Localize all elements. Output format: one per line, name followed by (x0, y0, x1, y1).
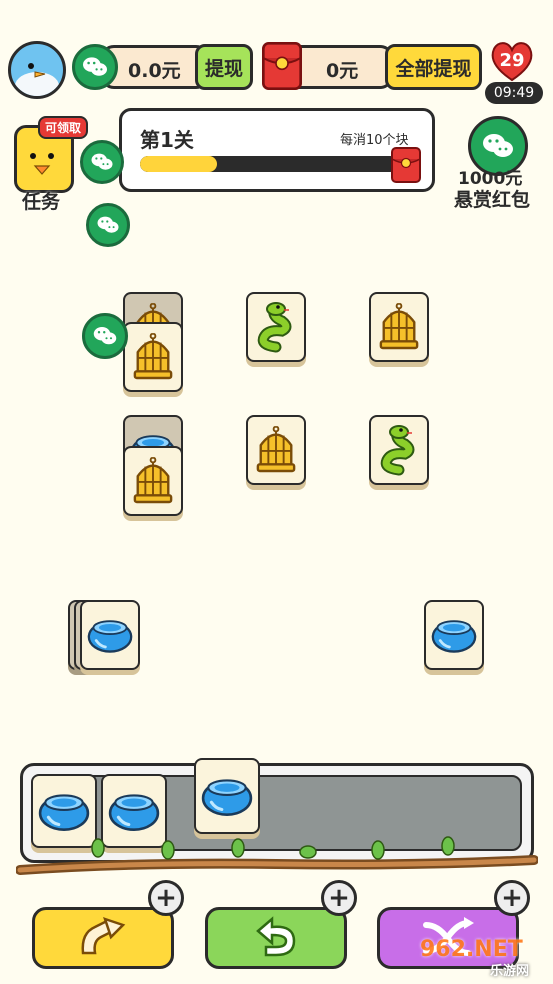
wechat-coin-icon (80, 140, 124, 184)
wechat-balance: 0.0元 (128, 60, 181, 82)
tile[interactable] (123, 446, 183, 516)
redpacket-balance: 0元 (326, 60, 359, 82)
wechat-coin-icon (82, 313, 128, 359)
birdcage-icon (255, 426, 297, 474)
tile[interactable] (369, 415, 429, 485)
withdraw-button[interactable]: 提现 (195, 44, 253, 90)
redpacket-icon (262, 42, 302, 90)
task-label: 任务 (22, 191, 61, 213)
level-progress-bar (140, 156, 398, 172)
undo-button[interactable] (205, 907, 347, 969)
water-bowl-icon (108, 790, 160, 832)
level-title: 第1关 (140, 128, 194, 152)
reward-label: 悬赏红包 (454, 189, 531, 211)
tile[interactable] (123, 322, 183, 392)
tray-tile (194, 758, 260, 834)
birdcage-icon (132, 333, 174, 381)
tile[interactable] (246, 292, 306, 362)
move-out-icon (81, 917, 126, 955)
undo-icon (256, 916, 296, 957)
snake-icon (256, 301, 296, 353)
task-badge: 可领取 (38, 116, 89, 139)
birdcage-icon (378, 303, 420, 351)
water-bowl-icon (87, 616, 133, 654)
snake-icon (379, 424, 419, 476)
tile[interactable] (369, 292, 429, 362)
timer: 09:49 (485, 82, 543, 104)
wechat-coin-icon (72, 44, 118, 90)
tile[interactable] (246, 415, 306, 485)
level-redpacket-icon (391, 147, 421, 183)
add-move-out-button[interactable]: + (148, 880, 184, 916)
birdcage-icon (132, 457, 174, 505)
level-hint: 每消10个块 (340, 133, 409, 148)
penguin-icon (15, 63, 59, 96)
water-bowl-icon (431, 616, 477, 654)
watermark-brand: 962.NET (420, 937, 523, 962)
water-bowl-icon (201, 775, 253, 817)
watermark-caption: 乐游网 (490, 964, 530, 979)
wechat-coin-icon (86, 203, 130, 247)
add-shuffle-button[interactable]: + (494, 880, 530, 916)
tile[interactable] (80, 600, 140, 670)
tile[interactable] (424, 600, 484, 670)
avatar[interactable] (8, 41, 66, 99)
level-progress-fill (140, 156, 218, 172)
branch-decoration (16, 836, 538, 875)
withdraw-all-button[interactable]: 全部提现 (385, 44, 482, 90)
add-undo-button[interactable]: + (321, 880, 357, 916)
water-bowl-icon (38, 790, 90, 832)
hearts-count: 29 (499, 50, 525, 71)
move-out-button[interactable] (32, 907, 174, 969)
